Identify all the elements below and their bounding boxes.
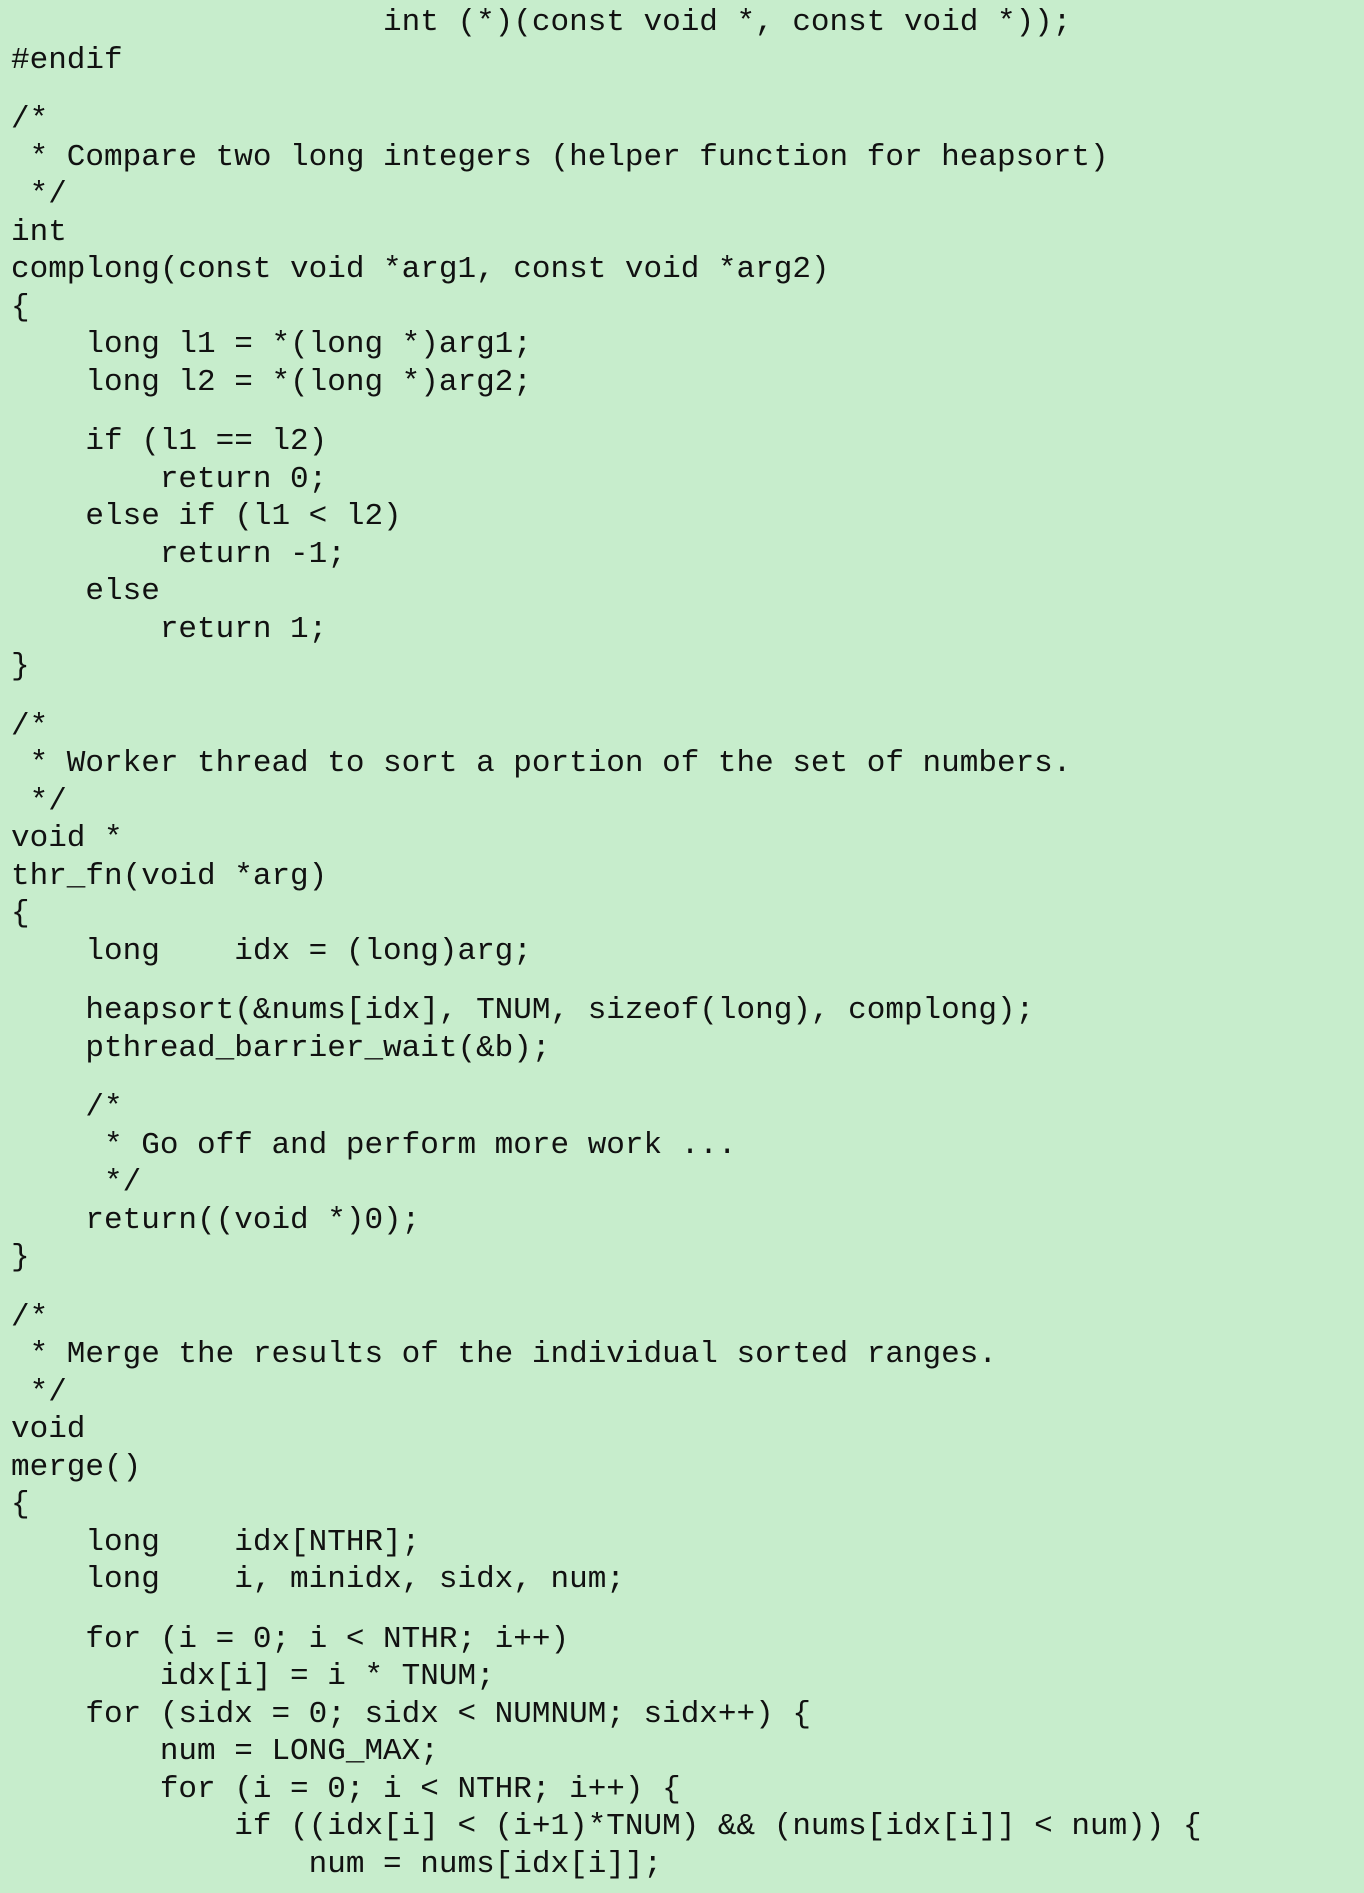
code-line: else if (l1 < l2) — [11, 499, 402, 534]
code-line: return((void *)0); — [11, 1202, 421, 1238]
code-line: else — [11, 574, 160, 609]
code-line: void * — [11, 821, 123, 856]
code-line: /* — [11, 708, 49, 744]
code-line: if (l1 == l2) — [11, 424, 328, 459]
code-line: /* — [11, 1299, 49, 1335]
code-line: long l2 = *(long *)arg2; — [11, 364, 532, 400]
code-line: for (i = 0; i < NTHR; i++) — [11, 1621, 570, 1657]
code-line: * Worker thread to sort a portion of the… — [11, 746, 1072, 781]
code-line: long idx = (long)arg; — [11, 933, 532, 969]
code-line: */ — [11, 177, 67, 212]
code-line: long i, minidx, sidx, num; — [11, 1562, 625, 1597]
code-line: */ — [11, 1165, 142, 1200]
code-line: */ — [11, 783, 67, 819]
code-line: num = LONG_MAX; — [11, 1734, 439, 1769]
code-line: long idx[NTHR]; — [11, 1524, 421, 1560]
code-line: return 0; — [11, 461, 328, 497]
code-line: int (*)(const void *, const void *)); — [11, 5, 1072, 40]
code-line: int — [11, 214, 67, 250]
code-line: * Go off and perform more work ... — [11, 1127, 737, 1163]
code-line: return 1; — [11, 611, 328, 647]
code-line: for (i = 0; i < NTHR; i++) { — [11, 1771, 681, 1807]
code-line: #endif — [11, 42, 123, 78]
code-line: { — [11, 1487, 30, 1522]
code-line: merge() — [11, 1449, 142, 1485]
code-line: heapsort(&nums[idx], TNUM, sizeof(long),… — [11, 993, 1035, 1028]
code-line: { — [11, 289, 30, 325]
code-line: if ((idx[i] < (i+1)*TNUM) && (nums[idx[i… — [11, 1809, 1202, 1844]
code-line: pthread_barrier_wait(&b); — [11, 1030, 551, 1066]
code-line: /* — [11, 1090, 123, 1125]
code-line: { — [11, 896, 30, 931]
code-listing: int (*)(const void *, const void *)); #en… — [0, 0, 1364, 1893]
code-line: * Merge the results of the individual so… — [11, 1337, 997, 1372]
code-line: num = nums[idx[i]]; — [11, 1846, 663, 1882]
code-line: * Compare two long integers (helper func… — [11, 139, 1109, 175]
code-line: for (sidx = 0; sidx < NUMNUM; sidx++) { — [11, 1696, 811, 1732]
code-line: long l1 = *(long *)arg1; — [11, 327, 532, 362]
code-line: thr_fn(void *arg) — [11, 858, 328, 894]
code-line: */ — [11, 1374, 67, 1410]
code-line: return -1; — [11, 536, 346, 572]
code-line: } — [11, 1240, 30, 1275]
code-line: idx[i] = i * TNUM; — [11, 1659, 495, 1694]
code-line: /* — [11, 102, 49, 137]
code-line: } — [11, 649, 30, 684]
code-line: complong(const void *arg1, const void *a… — [11, 252, 830, 287]
code-line: void — [11, 1412, 86, 1447]
